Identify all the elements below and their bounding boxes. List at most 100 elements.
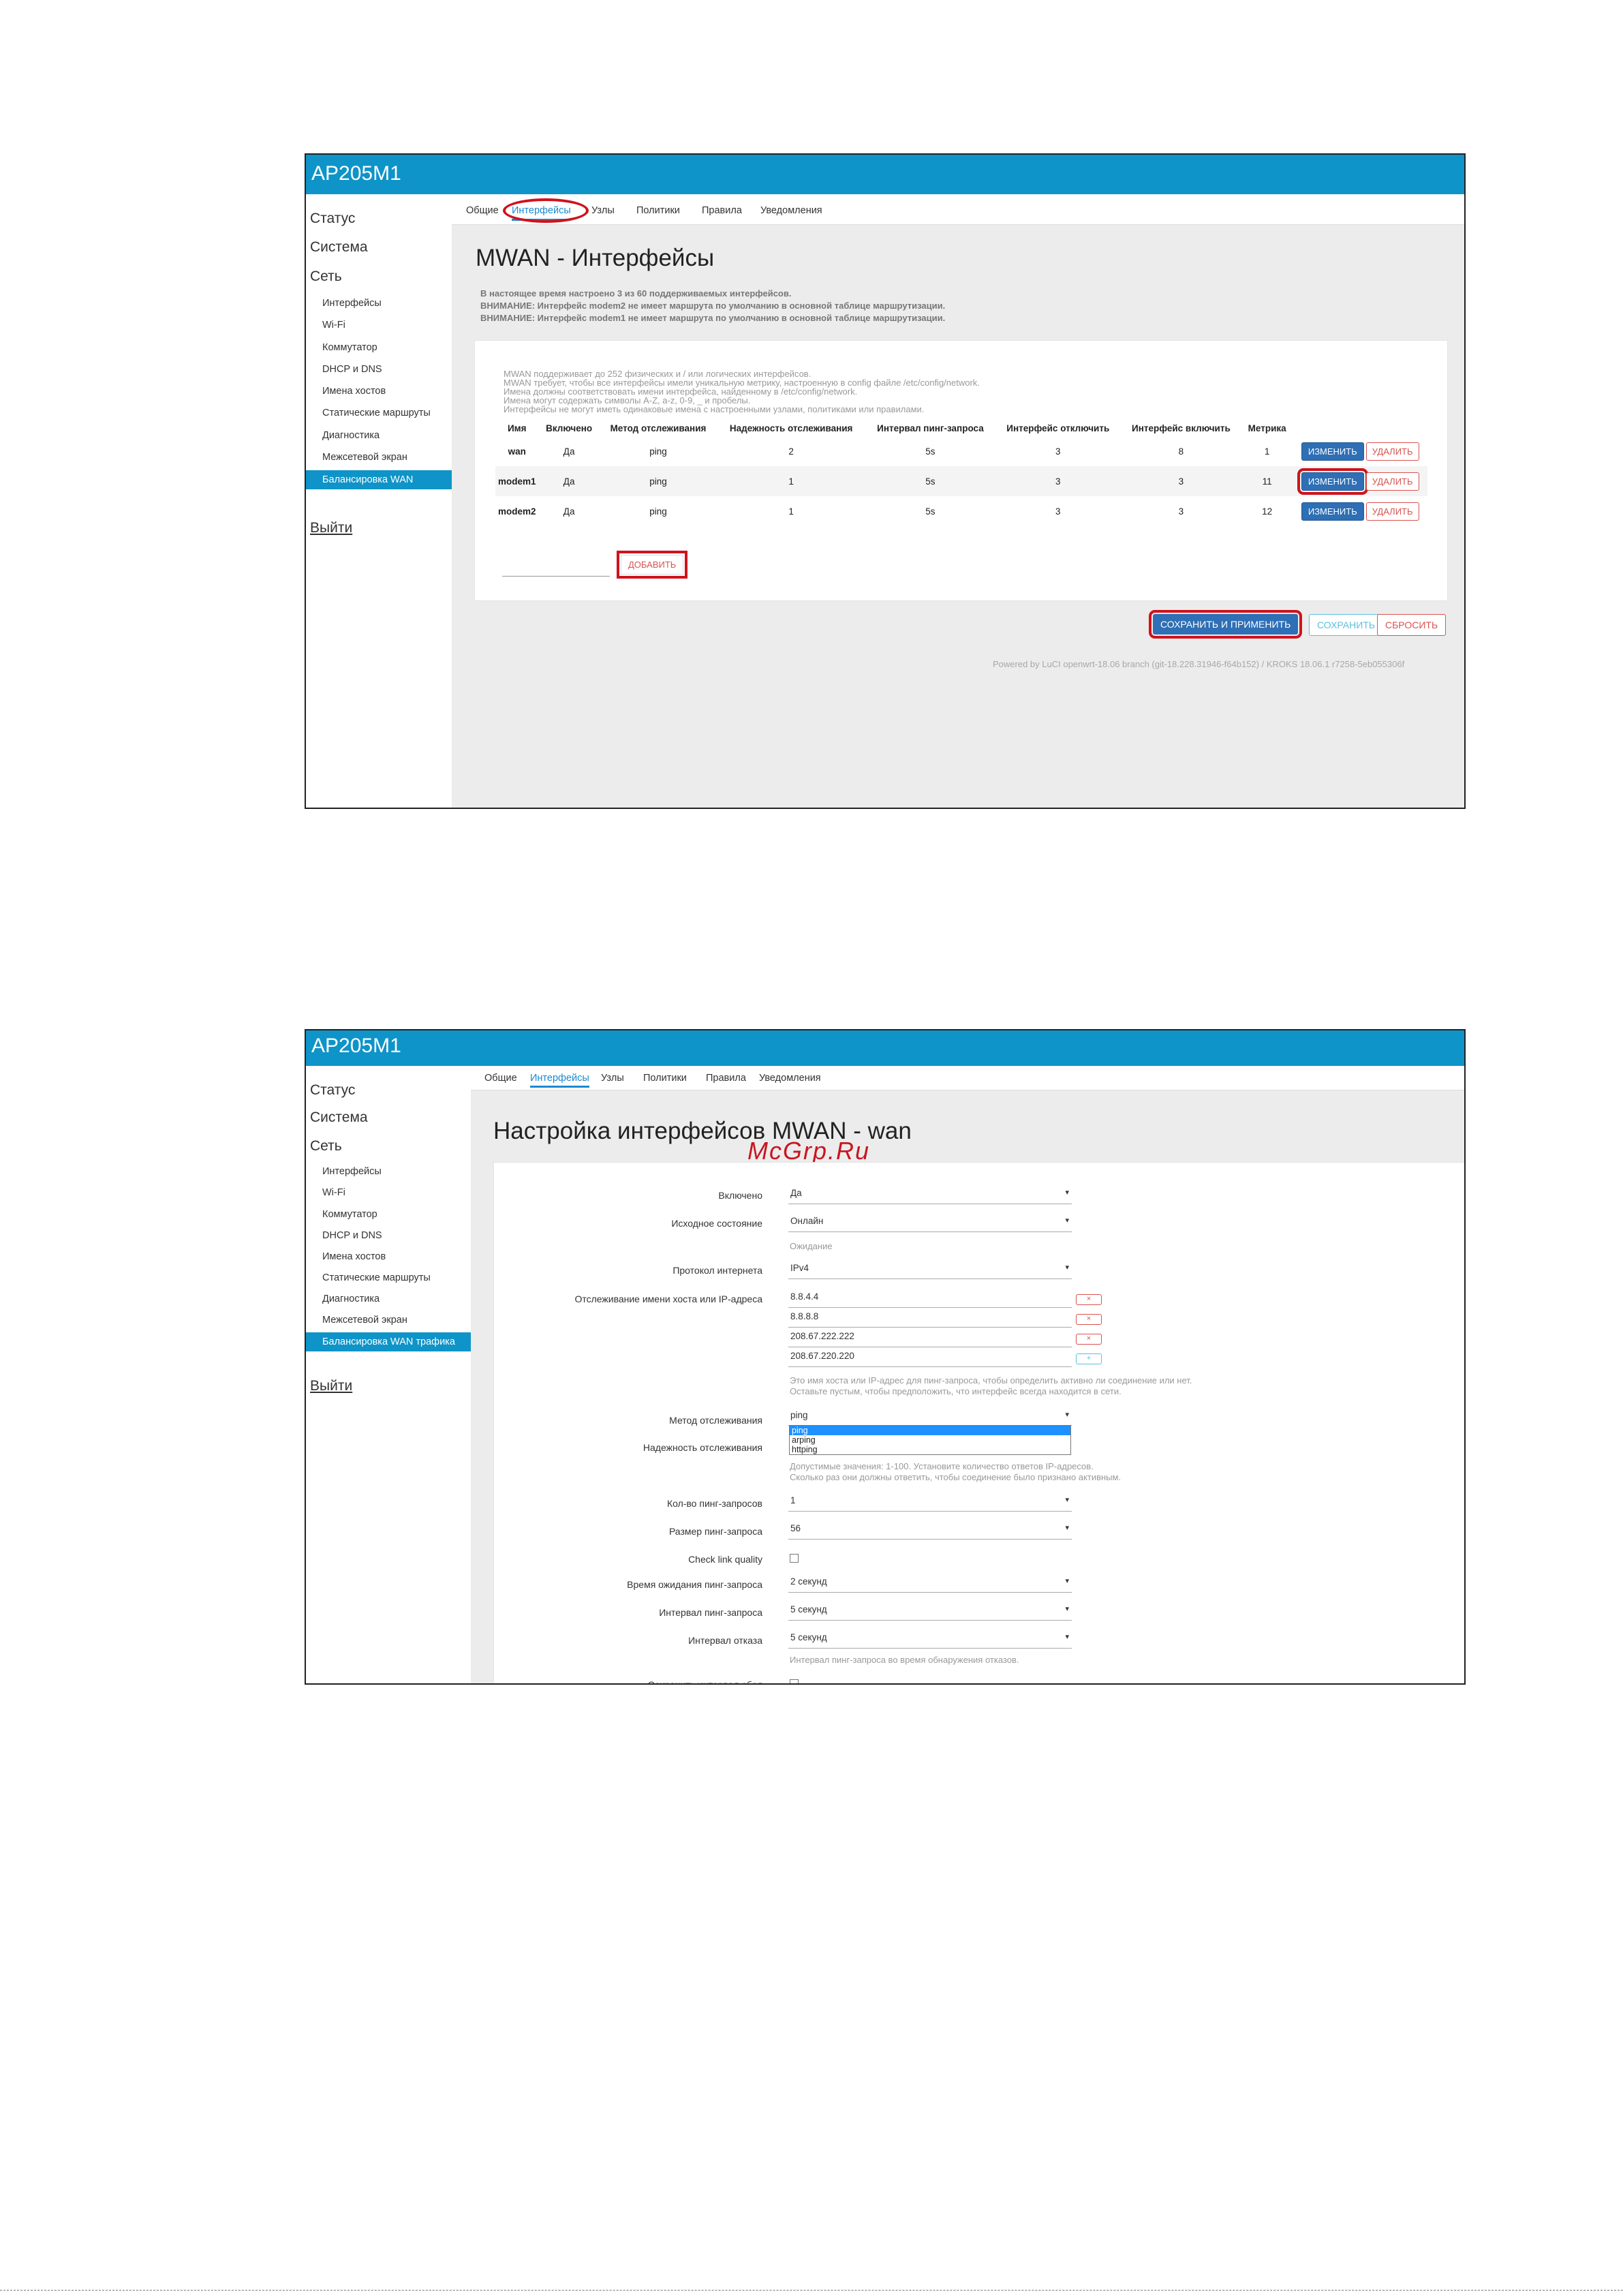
ping-size-label: Размер пинг-запроса — [668, 1526, 762, 1537]
reset-button[interactable]: СБРОСИТЬ — [1377, 614, 1447, 636]
tab-general[interactable]: Общие — [484, 1073, 517, 1084]
table-row: modem2 Да ping 1 5s 3 3 12 ИЗМЕНИТЬ УДАЛИ… — [495, 496, 1427, 526]
ping-count-select[interactable]: 1 ▾ — [788, 1491, 1072, 1512]
enabled-select[interactable]: Да ▾ — [788, 1184, 1072, 1204]
sidebar-item-firewall[interactable]: Межсетевой экран — [306, 452, 407, 463]
sidebar-item-dhcp-dns[interactable]: DHCP и DNS — [306, 364, 382, 375]
protocol-select[interactable]: IPv4 ▾ — [788, 1259, 1072, 1279]
delete-button[interactable]: УДАЛИТЬ — [1365, 442, 1419, 461]
link-quality-checkbox[interactable] — [790, 1554, 799, 1563]
ping-size-select[interactable]: 56 ▾ — [788, 1519, 1072, 1540]
link-quality-label: Check link quality — [688, 1554, 762, 1565]
tab-bar: Общие Интерфейсы Узлы Политики Правила У… — [452, 194, 1464, 225]
ping-interval-select[interactable]: 5 секунд ▾ — [788, 1600, 1072, 1621]
col-down: Интерфейс отключить — [1006, 423, 1110, 433]
col-enabled: Включено — [546, 423, 593, 433]
col-reliability: Надежность отслеживания — [729, 423, 853, 433]
col-metric: Метрика — [1248, 423, 1286, 433]
save-apply-button[interactable]: СОХРАНИТЬ И ПРИМЕНИТЬ — [1148, 610, 1303, 639]
tab-notifications[interactable]: Уведомления — [759, 1073, 821, 1084]
remove-ip-button[interactable]: × — [1076, 1294, 1102, 1305]
hint-line: Интерфейсы не могут иметь одинаковые име… — [504, 404, 925, 414]
track-ip-hint: Оставьте пустым, чтобы предположить, что… — [790, 1386, 1122, 1396]
failure-interval-select[interactable]: 5 секунд ▾ — [788, 1628, 1072, 1649]
track-ip-input[interactable]: 208.67.220.220 — [788, 1347, 1072, 1367]
page-footer-line — [0, 2290, 1623, 2291]
track-ip-input[interactable]: 8.8.8.8 — [788, 1307, 1072, 1328]
new-interface-input[interactable] — [502, 557, 610, 577]
tab-nodes[interactable]: Узлы — [591, 205, 615, 216]
sidebar-item-switch[interactable]: Коммутатор — [306, 1209, 377, 1220]
sidebar-item-wifi[interactable]: Wi-Fi — [306, 320, 345, 331]
keep-failure-checkbox[interactable] — [790, 1679, 799, 1683]
sidebar-network[interactable]: Сеть — [306, 269, 342, 285]
edit-button[interactable]: ИЗМЕНИТЬ — [1301, 442, 1364, 461]
warning-count: В настоящее время настроено 3 из 60 подд… — [480, 288, 792, 299]
cell-name: modem1 — [495, 466, 539, 496]
dropdown-option-httping[interactable]: httping — [790, 1445, 1070, 1454]
add-button[interactable]: ДОБАВИТЬ — [616, 551, 688, 579]
app-title: AP205M1 — [306, 155, 1464, 194]
sidebar-item-wifi[interactable]: Wi-Fi — [306, 1187, 345, 1198]
sidebar-item-interfaces[interactable]: Интерфейсы — [306, 1166, 382, 1177]
sidebar-item-interfaces[interactable]: Интерфейсы — [306, 298, 382, 309]
tab-rules[interactable]: Правила — [702, 205, 742, 216]
sidebar-item-hostnames[interactable]: Имена хостов — [306, 386, 386, 397]
dropdown-option-arping[interactable]: arping — [790, 1435, 1070, 1445]
sidebar-item-static-routes[interactable]: Статические маршруты — [306, 1272, 431, 1283]
initial-state-select[interactable]: Онлайн ▾ — [788, 1212, 1072, 1232]
col-track-method: Метод отслеживания — [610, 423, 707, 433]
app-title: AP205M1 — [306, 1030, 1464, 1066]
sidebar-system[interactable]: Система — [306, 239, 368, 256]
tab-nodes[interactable]: Узлы — [601, 1073, 624, 1084]
sidebar-status[interactable]: Статус — [306, 211, 355, 227]
tab-interfaces[interactable]: Интерфейсы — [530, 1073, 589, 1088]
chevron-down-icon: ▾ — [1065, 1577, 1069, 1585]
sidebar-item-diagnostics[interactable]: Диагностика — [306, 1294, 380, 1304]
watermark: McGrp.Ru — [747, 1137, 871, 1165]
cell-interval: 5s — [925, 506, 936, 517]
ping-timeout-select[interactable]: 2 секунд ▾ — [788, 1572, 1072, 1593]
logout-link[interactable]: Выйти — [306, 520, 352, 536]
col-name: Имя — [507, 423, 527, 433]
sidebar-item-firewall[interactable]: Межсетевой экран — [306, 1315, 407, 1326]
chevron-down-icon: ▾ — [1065, 1216, 1069, 1225]
ping-count-label: Кол-во пинг-запросов — [666, 1498, 762, 1509]
tab-policies[interactable]: Политики — [636, 205, 680, 216]
track-ip-label: Отслеживание имени хоста или IP-адреса — [574, 1294, 762, 1304]
dropdown-option-ping[interactable]: ping — [790, 1426, 1070, 1435]
edit-button[interactable]: ИЗМЕНИТЬ — [1301, 502, 1364, 521]
tab-general[interactable]: Общие — [466, 205, 499, 216]
failure-interval-hint: Интервал пинг-запроса во время обнаружен… — [790, 1655, 1019, 1665]
tab-policies[interactable]: Политики — [643, 1073, 687, 1084]
screenshot-mwan-wan-settings: AP205M1 Статус Система Сеть Интерфейсы W… — [305, 1029, 1466, 1685]
sidebar-item-wan-balancing[interactable]: Балансировка WAN трафика — [306, 1332, 471, 1351]
sidebar-item-diagnostics[interactable]: Диагностика — [306, 430, 380, 441]
sidebar-item-static-routes[interactable]: Статические маршруты — [306, 408, 431, 418]
sidebar-item-dhcp-dns[interactable]: DHCP и DNS — [306, 1230, 382, 1241]
cell-name: modem2 — [497, 506, 536, 517]
tab-rules[interactable]: Правила — [706, 1073, 746, 1084]
sidebar-network[interactable]: Сеть — [306, 1138, 342, 1154]
track-method-select[interactable]: ping ▾ — [788, 1408, 1072, 1426]
track-ip-input[interactable]: 8.8.4.4 — [788, 1287, 1072, 1308]
sidebar-item-switch[interactable]: Коммутатор — [306, 342, 377, 353]
sidebar-item-wan-balancing[interactable]: Балансировка WAN трафика — [306, 470, 452, 504]
logout-link[interactable]: Выйти — [306, 1378, 352, 1394]
remove-ip-button[interactable]: × — [1076, 1334, 1102, 1345]
delete-button[interactable]: УДАЛИТЬ — [1365, 502, 1419, 521]
save-button[interactable]: СОХРАНИТЬ — [1309, 614, 1384, 636]
tab-notifications[interactable]: Уведомления — [760, 205, 822, 216]
remove-ip-button[interactable]: × — [1076, 1314, 1102, 1325]
edit-button[interactable]: ИЗМЕНИТЬ — [1297, 468, 1368, 495]
cell-interval: 5s — [925, 446, 936, 457]
cell-down: 3 — [1055, 506, 1061, 517]
sidebar-status[interactable]: Статус — [306, 1082, 355, 1099]
sidebar-item-hostnames[interactable]: Имена хостов — [306, 1251, 386, 1262]
delete-button[interactable]: УДАЛИТЬ — [1365, 472, 1419, 491]
sidebar-system[interactable]: Система — [306, 1109, 368, 1126]
cell-reliability: 1 — [788, 506, 794, 517]
failure-interval-label: Интервал отказа — [688, 1635, 762, 1646]
track-ip-input[interactable]: 208.67.222.222 — [788, 1327, 1072, 1347]
add-ip-button[interactable]: + — [1076, 1353, 1102, 1364]
